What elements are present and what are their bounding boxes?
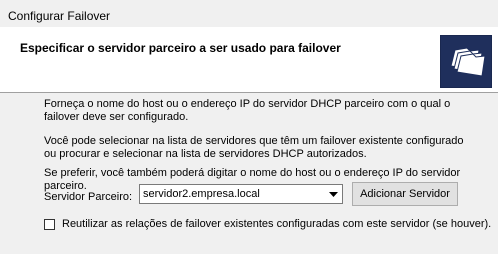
instructions-paragraph: Forneça o nome do host ou o endereço IP …	[44, 98, 484, 124]
reuse-failover-checkbox[interactable]	[44, 219, 55, 230]
partner-server-label: Servidor Parceiro:	[44, 191, 133, 203]
selection-paragraph: Você pode selecionar na lista de servido…	[44, 135, 484, 161]
add-server-button[interactable]: Adicionar Servidor	[352, 182, 458, 206]
partner-server-combobox[interactable]: servidor2.empresa.local	[139, 184, 343, 204]
partner-server-value[interactable]: servidor2.empresa.local	[143, 188, 260, 200]
instructions-line: failover deve ser configurado.	[44, 111, 189, 123]
window-title: Configurar Failover	[8, 9, 111, 23]
page-heading: Especificar o servidor parceiro a ser us…	[20, 41, 341, 55]
folders-icon	[440, 35, 492, 88]
type-host-line: Se preferir, você também poderá digitar …	[44, 167, 461, 179]
selection-line: ou procurar e selecionar na lista de ser…	[44, 148, 367, 160]
instructions-line: Forneça o nome do host ou o endereço IP …	[44, 98, 451, 110]
wizard-header: Especificar o servidor parceiro a ser us…	[0, 27, 498, 93]
chevron-down-icon[interactable]	[325, 185, 342, 203]
selection-line: Você pode selecionar na lista de servido…	[44, 135, 464, 147]
reuse-failover-label[interactable]: Reutilizar as relações de failover exist…	[62, 218, 491, 230]
